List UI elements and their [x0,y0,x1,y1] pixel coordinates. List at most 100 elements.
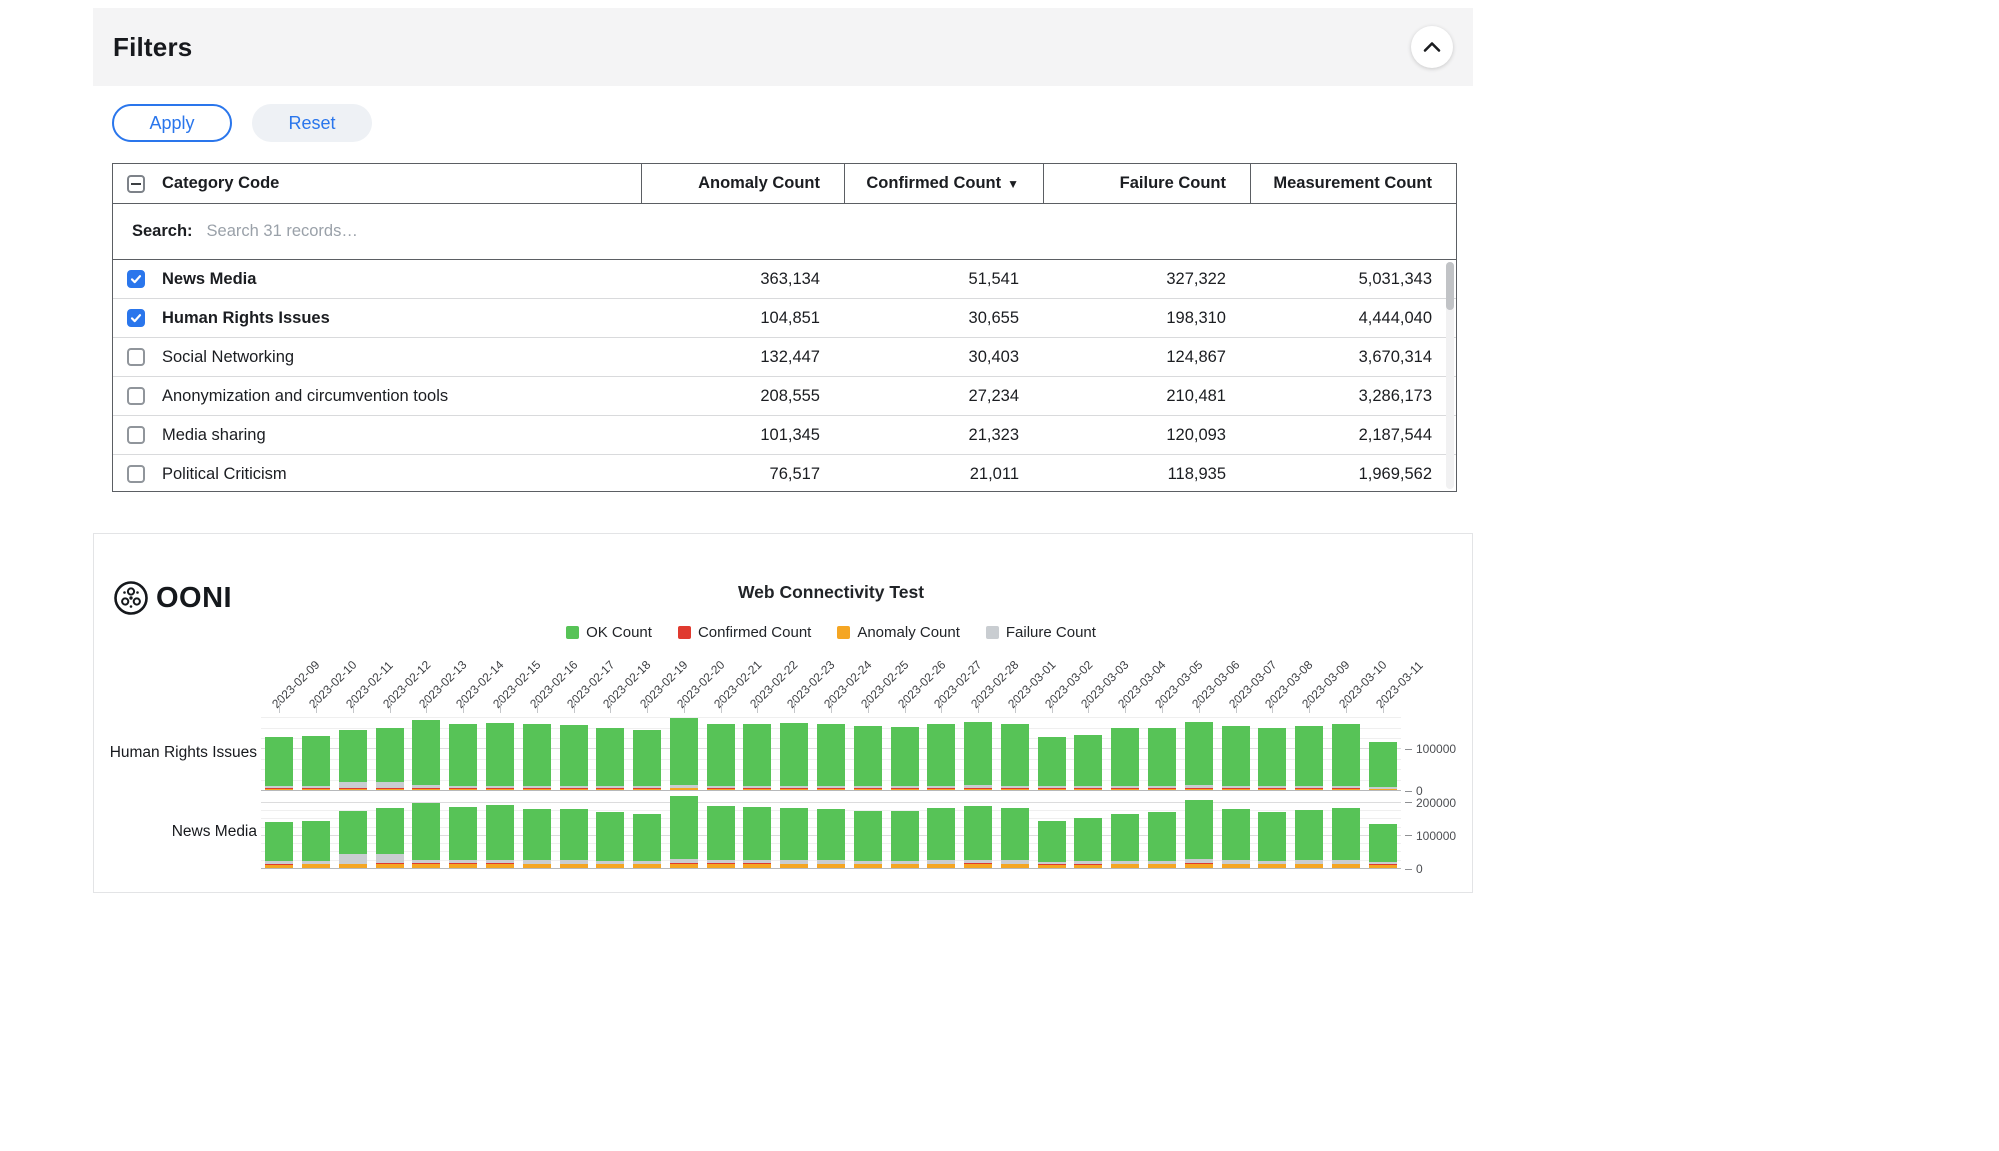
stacked-bar[interactable] [817,724,845,790]
stacked-bar[interactable] [1295,726,1323,790]
stacked-bar[interactable] [486,723,514,790]
stacked-bar[interactable] [891,811,919,868]
stacked-bar[interactable] [707,806,735,868]
collapse-filters-button[interactable] [1411,26,1453,68]
stacked-bar[interactable] [596,812,624,868]
stacked-bar[interactable] [1074,735,1102,790]
stacked-bar[interactable] [1369,824,1397,868]
row-checkbox-unchecked[interactable] [127,465,145,483]
stacked-bar[interactable] [560,725,588,790]
stacked-bar[interactable] [1001,808,1029,868]
stacked-bar[interactable] [1258,812,1286,868]
bar-segment [339,864,367,868]
stacked-bar[interactable] [1222,809,1250,868]
stacked-bar[interactable] [633,814,661,868]
stacked-bar[interactable] [891,727,919,790]
stacked-bar[interactable] [1185,800,1213,868]
column-header-confirmed[interactable]: Confirmed Count ▼ [844,164,1043,203]
stacked-bar[interactable] [449,807,477,868]
stacked-bar[interactable] [817,809,845,868]
stacked-bar[interactable] [743,724,771,790]
category-cell: Human Rights Issues [159,309,641,328]
stacked-bar[interactable] [1332,808,1360,868]
stacked-bar[interactable] [1332,724,1360,790]
stacked-bar[interactable] [412,803,440,868]
column-header-measurement[interactable]: Measurement Count [1250,164,1456,203]
category-cell: Political Criticism [159,465,641,484]
stacked-bar[interactable] [1038,737,1066,790]
filter-table-body: News Media363,13451,541327,3225,031,343H… [113,260,1456,491]
bar-segment [560,864,588,868]
stacked-bar[interactable] [1111,728,1139,790]
stacked-bar[interactable] [486,805,514,868]
stacked-bar[interactable] [670,718,698,790]
stacked-bar[interactable] [449,724,477,790]
stacked-bar[interactable] [780,723,808,790]
stacked-bar[interactable] [633,730,661,790]
bar-segment [523,864,551,868]
bar-segment [1111,814,1139,861]
stacked-bar[interactable] [596,728,624,790]
x-axis-tick [868,700,869,713]
stacked-bar[interactable] [964,806,992,868]
bar-segment [1295,789,1323,790]
stacked-bar[interactable] [707,724,735,790]
stacked-bar[interactable] [265,737,293,790]
table-row[interactable]: Human Rights Issues104,85130,655198,3104… [113,299,1456,338]
stacked-bar[interactable] [412,720,440,790]
stacked-bar[interactable] [523,724,551,790]
stacked-bar[interactable] [376,808,404,868]
stacked-bar[interactable] [523,809,551,868]
stacked-bar[interactable] [1038,821,1066,868]
table-row[interactable]: Anonymization and circumvention tools208… [113,377,1456,416]
row-checkbox-unchecked[interactable] [127,387,145,405]
table-scrollbar-thumb[interactable] [1446,262,1454,310]
bar-segment [1332,789,1360,790]
stacked-bar[interactable] [1369,742,1397,790]
search-label: Search: [132,222,193,241]
reset-button[interactable]: Reset [252,104,372,142]
stacked-bar[interactable] [339,811,367,868]
stacked-bar[interactable] [1148,728,1176,790]
stacked-bar[interactable] [1185,722,1213,790]
row-checkbox-unchecked[interactable] [127,426,145,444]
search-input[interactable] [205,221,725,242]
stacked-bar[interactable] [1295,810,1323,868]
row-checkbox-checked[interactable] [127,270,145,288]
confirmed-cell: 21,323 [844,426,1043,445]
stacked-bar[interactable] [670,796,698,868]
row-checkbox-checked[interactable] [127,309,145,327]
select-all-checkbox[interactable] [127,175,145,193]
column-header-anomaly[interactable]: Anomaly Count [641,164,844,203]
apply-button[interactable]: Apply [112,104,232,142]
stacked-bar[interactable] [854,726,882,790]
stacked-bar[interactable] [302,821,330,868]
stacked-bar[interactable] [376,728,404,790]
failure-cell: 124,867 [1043,348,1250,367]
stacked-bar[interactable] [927,724,955,790]
row-checkbox-unchecked[interactable] [127,348,145,366]
table-row[interactable]: News Media363,13451,541327,3225,031,343 [113,260,1456,299]
bar-segment [854,811,882,861]
table-row[interactable]: Social Networking132,44730,403124,8673,6… [113,338,1456,377]
table-row[interactable]: Media sharing101,34521,323120,0932,187,5… [113,416,1456,455]
stacked-bar[interactable] [1074,818,1102,868]
stacked-bar[interactable] [964,722,992,790]
table-row[interactable]: Political Criticism76,51721,011118,9351,… [113,455,1456,491]
stacked-bar[interactable] [265,822,293,868]
stacked-bar[interactable] [927,808,955,868]
stacked-bar[interactable] [302,736,330,790]
stacked-bar[interactable] [1001,724,1029,790]
stacked-bar[interactable] [1258,728,1286,790]
column-header-category[interactable]: Category Code [159,164,641,203]
stacked-bar[interactable] [854,811,882,869]
stacked-bar[interactable] [1148,812,1176,868]
stacked-bar[interactable] [560,809,588,868]
stacked-bar[interactable] [1222,726,1250,790]
stacked-bar[interactable] [780,808,808,868]
stacked-bar[interactable] [743,807,771,868]
table-scrollbar[interactable] [1446,262,1454,489]
stacked-bar[interactable] [1111,814,1139,868]
column-header-failure[interactable]: Failure Count [1043,164,1250,203]
stacked-bar[interactable] [339,730,367,790]
